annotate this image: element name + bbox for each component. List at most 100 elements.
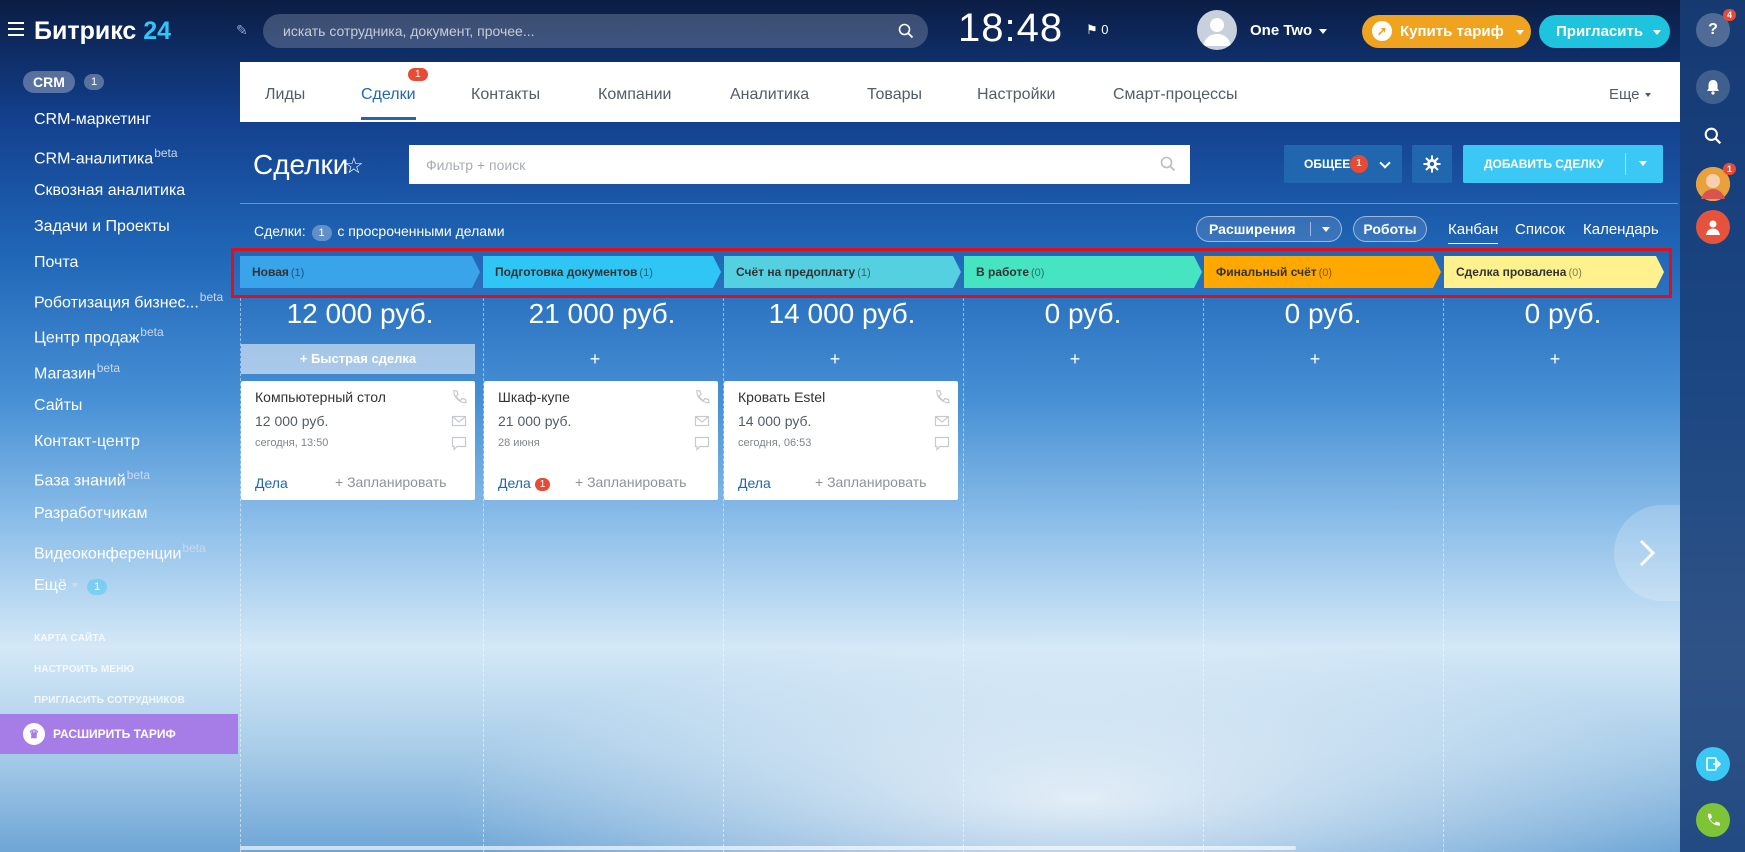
extensions-button[interactable]: Расширения <box>1196 216 1342 242</box>
chat-avatar[interactable]: 1 <box>1696 163 1736 201</box>
user-menu[interactable]: One Two <box>1250 22 1328 39</box>
menu-item-sales-center[interactable]: Центр продажbeta <box>34 325 164 347</box>
tab-smart-processes[interactable]: Смарт-процессы <box>1113 86 1238 104</box>
view-kanban[interactable]: Канбан <box>1448 221 1499 244</box>
tab-contacts[interactable]: Контакты <box>471 86 540 104</box>
mail-icon[interactable] <box>451 413 467 429</box>
user-avatar[interactable] <box>1197 10 1237 50</box>
deal-tasks-link[interactable]: Дела <box>255 475 288 491</box>
quick-deal-button[interactable]: + Быстрая сделка <box>241 344 475 374</box>
upgrade-tariff-button[interactable]: ♛ РАСШИРИТЬ ТАРИФ <box>0 714 238 754</box>
horizontal-scrollbar[interactable] <box>240 846 1296 850</box>
call-button[interactable] <box>1696 803 1730 837</box>
tab-settings[interactable]: Настройки <box>977 86 1055 104</box>
open-lines-button[interactable] <box>1696 210 1730 244</box>
deal-card[interactable]: Кровать Estel 14 000 руб. сегодня, 06:53… <box>724 381 958 500</box>
notes-button[interactable] <box>1696 747 1730 781</box>
chat-icon[interactable] <box>934 435 950 451</box>
setup-menu-link[interactable]: НАСТРОИТЬ МЕНЮ <box>34 664 134 675</box>
help-button[interactable]: ? 4 <box>1696 9 1736 47</box>
menu-item-label: Ещё <box>34 577 67 594</box>
add-deal-plus-icon[interactable]: + <box>475 349 715 370</box>
deal-tasks-link[interactable]: Дела <box>738 475 771 491</box>
menu-burger-icon[interactable] <box>8 22 24 36</box>
menu-item-knowledge-base[interactable]: База знанийbeta <box>34 468 150 490</box>
tab-leads[interactable]: Лиды <box>265 86 305 104</box>
tab-more[interactable]: Еще <box>1609 86 1651 103</box>
tab-products[interactable]: Товары <box>867 86 922 104</box>
work-day-flag[interactable]: ⚑ 0 <box>1086 22 1109 38</box>
favorite-star-icon[interactable]: ☆ <box>344 153 364 179</box>
tab-deals[interactable]: Сделки 1 <box>361 68 428 120</box>
pipeline-selector-button[interactable]: ОБЩЕЕ 1 <box>1284 145 1402 183</box>
menu-item-crm-marketing[interactable]: CRM-маркетинг <box>34 111 151 129</box>
chevron-down-icon[interactable] <box>1639 161 1647 166</box>
phone-icon[interactable] <box>934 389 950 405</box>
clock[interactable]: 18:48 <box>958 6 1063 51</box>
deal-title[interactable]: Кровать Estel <box>738 389 825 405</box>
add-deal-plus-icon[interactable]: + <box>1435 349 1675 370</box>
menu-item-sites[interactable]: Сайты <box>34 397 82 415</box>
deal-title[interactable]: Компьютерный стол <box>255 389 386 405</box>
deal-plan-link[interactable]: + Запланировать <box>335 474 446 490</box>
menu-item-crm-analytics[interactable]: CRM-аналитикаbeta <box>34 146 178 168</box>
tab-companies[interactable]: Компании <box>598 86 672 104</box>
menu-item-crm[interactable]: CRM <box>23 71 75 93</box>
logo[interactable]: Битрикс 24 <box>34 17 171 46</box>
menu-item-store[interactable]: Магазинbeta <box>34 361 120 383</box>
chevron-down-icon <box>1644 93 1651 98</box>
tab-badge: 1 <box>407 68 428 81</box>
chat-icon[interactable] <box>694 435 710 451</box>
chevron-down-icon <box>1653 29 1662 35</box>
menu-item-contact-center[interactable]: Контакт-центр <box>34 433 140 451</box>
tab-analytics[interactable]: Аналитика <box>730 86 809 104</box>
button-divider <box>1310 222 1311 236</box>
search-panel-button[interactable] <box>1696 119 1730 153</box>
view-list[interactable]: Список <box>1515 221 1565 238</box>
notifications-button[interactable] <box>1696 70 1730 104</box>
chat-icon[interactable] <box>451 435 467 451</box>
filter-search[interactable] <box>409 145 1190 184</box>
global-search[interactable] <box>263 14 928 48</box>
search-icon[interactable] <box>1160 156 1176 172</box>
menu-item-rpa[interactable]: Роботизация бизнес...beta <box>34 290 223 312</box>
invite-staff-link[interactable]: ПРИГЛАСИТЬ СОТРУДНИКОВ <box>34 695 185 706</box>
menu-item-more[interactable]: Ещё 1 <box>34 577 108 595</box>
add-deal-plus-icon[interactable]: + <box>955 349 1195 370</box>
menu-item-mail[interactable]: Почта <box>34 254 78 272</box>
scroll-right-button[interactable] <box>1614 505 1680 601</box>
buy-tariff-button[interactable]: ➚ Купить тариф <box>1362 15 1531 48</box>
sitemap-link[interactable]: КАРТА САЙТА <box>34 633 106 644</box>
mail-icon[interactable] <box>694 413 710 429</box>
deal-tasks-link[interactable]: Дела 1 <box>498 475 551 491</box>
overdue-summary[interactable]: Сделки: 1 с просроченными делами <box>254 223 505 241</box>
search-icon[interactable] <box>898 23 914 39</box>
pencil-icon[interactable]: ✎ <box>236 22 248 39</box>
menu-item-developers[interactable]: Разработчикам <box>34 505 148 523</box>
filter-search-input[interactable] <box>409 145 1190 184</box>
menu-item-video-conferences[interactable]: Видеоконференцииbeta <box>34 541 206 563</box>
deal-card[interactable]: Шкаф-купе 21 000 руб. 28 июня Дела 1 + За… <box>484 381 718 500</box>
global-search-input[interactable] <box>263 14 928 48</box>
invite-button[interactable]: Пригласить <box>1539 15 1670 48</box>
tab-label: Аналитика <box>730 86 810 103</box>
settings-button[interactable] <box>1412 145 1452 183</box>
deal-title[interactable]: Шкаф-купе <box>498 389 570 405</box>
chevron-down-icon <box>1319 28 1328 34</box>
deal-card[interactable]: Компьютерный стол 12 000 руб. сегодня, 1… <box>241 381 475 500</box>
logo-text: Битрикс <box>34 17 137 45</box>
deal-plan-link[interactable]: + Запланировать <box>815 474 926 490</box>
view-calendar[interactable]: Календарь <box>1583 221 1659 238</box>
add-deal-button[interactable]: ДОБАВИТЬ СДЕЛКУ <box>1463 145 1663 183</box>
add-deal-plus-icon[interactable]: + <box>715 349 955 370</box>
menu-item-end-to-end-analytics[interactable]: Сквозная аналитика <box>34 182 185 200</box>
robots-button[interactable]: Роботы <box>1353 216 1427 242</box>
stage-sum: 0 руб. <box>1044 298 1122 329</box>
phone-icon[interactable] <box>694 389 710 405</box>
phone-icon[interactable] <box>451 389 467 405</box>
add-deal-plus-icon[interactable]: + <box>1195 349 1435 370</box>
menu-item-tasks[interactable]: Задачи и Проекты <box>34 218 170 236</box>
deal-plan-link[interactable]: + Запланировать <box>575 474 686 490</box>
gear-icon <box>1423 155 1441 173</box>
mail-icon[interactable] <box>934 413 950 429</box>
